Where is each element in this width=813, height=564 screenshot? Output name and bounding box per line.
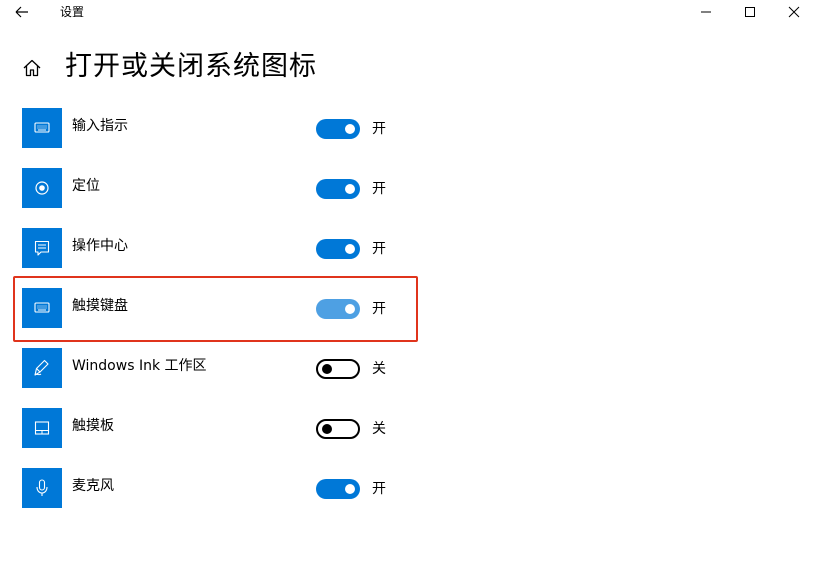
toggle-state-text: 开	[372, 241, 386, 257]
item-label: 触摸板	[72, 418, 114, 434]
toggle-state-text: 开	[372, 181, 386, 197]
item-label: 操作中心	[72, 238, 128, 254]
toggle-switch[interactable]	[316, 479, 360, 499]
touchpad-icon	[34, 421, 50, 435]
close-icon	[788, 6, 800, 18]
app-title: 设置	[60, 5, 85, 19]
toggle-state-text: 关	[372, 421, 386, 437]
microphone-icon	[36, 479, 48, 496]
item-icon-tile	[22, 108, 62, 148]
home-button[interactable]	[22, 58, 42, 78]
highlight-annotation-box	[13, 276, 418, 342]
close-button[interactable]	[771, 0, 813, 24]
setting-item-microphone: 麦克风 开	[0, 468, 813, 508]
maximize-icon	[745, 7, 755, 17]
page-title: 打开或关闭系统图标	[65, 51, 317, 82]
toggle-state-text: 开	[372, 481, 386, 497]
keyboard-icon	[34, 122, 50, 133]
toggle-switch[interactable]	[316, 179, 360, 199]
back-button[interactable]	[12, 2, 34, 22]
pen-icon	[34, 359, 49, 376]
toggle-state-text: 开	[372, 121, 386, 137]
toggle-switch[interactable]	[316, 359, 360, 379]
item-icon-tile	[22, 408, 62, 448]
setting-item-location: 定位 开	[0, 168, 813, 208]
location-icon	[35, 181, 49, 195]
item-label: 输入指示	[72, 118, 128, 134]
setting-item-input-indicator: 输入指示 开	[0, 108, 813, 148]
item-icon-tile	[22, 168, 62, 208]
minimize-button[interactable]	[683, 0, 729, 24]
title-bar: 设置	[0, 0, 813, 24]
toggle-switch[interactable]	[316, 419, 360, 439]
item-label: 定位	[72, 178, 100, 194]
item-icon-tile	[22, 228, 62, 268]
toggle-state-text: 关	[372, 361, 386, 377]
setting-item-windows-ink: Windows Ink 工作区 关	[0, 348, 813, 388]
item-label: 麦克风	[72, 478, 114, 494]
back-arrow-icon	[15, 6, 28, 18]
toggle-switch[interactable]	[316, 239, 360, 259]
maximize-button[interactable]	[727, 0, 773, 24]
minimize-icon	[701, 11, 711, 13]
item-label: Windows Ink 工作区	[72, 358, 207, 374]
home-icon	[23, 59, 41, 77]
item-icon-tile	[22, 468, 62, 508]
setting-item-action-center: 操作中心 开	[0, 228, 813, 268]
toggle-switch[interactable]	[316, 119, 360, 139]
item-icon-tile	[22, 348, 62, 388]
action-center-icon	[34, 240, 50, 256]
setting-item-touchpad: 触摸板 关	[0, 408, 813, 448]
